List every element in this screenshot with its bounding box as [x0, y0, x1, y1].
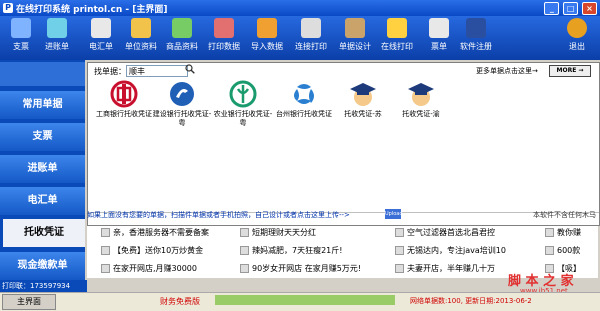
news-thumb-icon — [395, 246, 404, 255]
graduate-cap-icon — [350, 83, 376, 106]
toolbar-online-print-button[interactable]: 在线打印 — [376, 18, 418, 58]
news-thumb-icon — [545, 228, 554, 237]
title-bar: P 在线打印系统 printol.cn - [主界面] _ □ × — [0, 0, 600, 16]
phone-number: 打印联：173597934 — [0, 280, 87, 292]
bill-abc[interactable]: 农业银行托收凭证-粤 — [212, 79, 274, 128]
wire-icon — [91, 18, 111, 38]
app-icon: P — [3, 3, 13, 13]
graduate-cap-icon — [408, 83, 434, 106]
import-icon — [257, 18, 277, 38]
news-item[interactable]: 短期理财天天分红 — [240, 226, 390, 240]
news-item[interactable]: 教你赚 — [545, 226, 598, 240]
company-icon — [131, 18, 151, 38]
news-item[interactable]: 空气过滤器首选北昌君控 — [395, 226, 545, 240]
print-data-icon — [214, 18, 234, 38]
window-title: 在线打印系统 printol.cn - [主界面] — [16, 5, 168, 15]
main-toolbar: 支票 进账单 电汇单 单位资料 商品资料 打印数据 导入数据 连接打印 单据设计… — [0, 16, 600, 60]
printer-icon — [301, 18, 321, 38]
bill-panel: 找单据： 更多单据点击这里→ MORE → 工商银行托收凭证 建设银行托收凭证-… — [87, 62, 600, 226]
news-item[interactable]: 【免费】送你10万炒黄金 — [101, 244, 241, 258]
toolbar-design-button[interactable]: 单据设计 — [334, 18, 376, 58]
news-thumb-icon — [240, 264, 249, 273]
news-item[interactable]: 600款 — [545, 244, 598, 258]
more-button[interactable]: MORE → — [549, 65, 591, 77]
bill-label: 托收凭证-渝 — [402, 110, 440, 118]
toolbar-goods-button[interactable]: 商品资料 — [161, 18, 203, 58]
ccb-logo-icon — [170, 82, 194, 106]
news-thumb-icon — [545, 246, 554, 255]
window-controls: _ □ × — [543, 2, 597, 15]
minimize-button[interactable]: _ — [544, 2, 560, 15]
cheque-icon — [11, 18, 31, 38]
sidebar: 常用单据 支票 进账单 电汇单 托收凭证 现金缴款单 — [0, 60, 85, 292]
sidebar-item-cheque[interactable]: 支票 — [0, 123, 85, 151]
toolbar-company-button[interactable]: 单位资料 — [120, 18, 162, 58]
toolbar-import-button[interactable]: 导入数据 — [246, 18, 288, 58]
tab-main[interactable]: 主界面 — [2, 294, 56, 310]
search-icon[interactable] — [185, 64, 195, 74]
more-bills-link[interactable]: 更多单据点击这里→ — [476, 66, 538, 76]
news-thumb-icon — [101, 264, 110, 273]
news-thumb-icon — [240, 228, 249, 237]
sidebar-item-wire[interactable]: 电汇单 — [0, 187, 85, 215]
bill-collection-yu[interactable]: 托收凭证-渝 — [390, 79, 452, 119]
online-print-icon — [387, 18, 407, 38]
upload-link[interactable]: 如果上面没有您要的单据，扫描件单据或者手机拍照，自己设计或者点击这里上传--> — [87, 210, 350, 220]
news-thumb-icon — [240, 246, 249, 255]
bill-ccb[interactable]: 建设银行托收凭证-粤 — [151, 79, 213, 128]
news-thumb-icon — [101, 228, 110, 237]
sidebar-item-collection[interactable]: 托收凭证 — [0, 219, 85, 247]
deposit-icon — [47, 18, 67, 38]
bill-label: 托收凭证-苏 — [344, 110, 382, 118]
maximize-button[interactable]: □ — [563, 2, 579, 15]
safety-note: 本软件不含任何木马 — [533, 211, 596, 219]
icbc-logo-icon — [110, 80, 138, 108]
ticket-icon — [429, 18, 449, 38]
bill-label: 工商银行托收凭证 — [96, 110, 152, 118]
upload-badge[interactable]: Upload — [385, 209, 403, 219]
toolbar-register-button[interactable]: 软件注册 — [455, 18, 497, 58]
news-item[interactable]: 辣妈减肥，7天狂瘦21斤! — [240, 244, 390, 258]
sidebar-top-strip — [0, 62, 85, 86]
exit-icon — [567, 18, 587, 38]
search-input[interactable] — [126, 65, 188, 77]
status-progress — [215, 295, 395, 305]
goods-icon — [172, 18, 192, 38]
sidebar-item-common[interactable]: 常用单据 — [0, 91, 85, 119]
news-thumb-icon — [395, 228, 404, 237]
bill-label: 建设银行托收凭证-粤 — [152, 110, 212, 127]
toolbar-print-data-button[interactable]: 打印数据 — [203, 18, 245, 58]
news-item[interactable]: 在家开网店,月赚30000 — [101, 262, 241, 276]
bill-label: 台州银行托收凭证 — [276, 110, 332, 118]
register-icon — [466, 18, 486, 38]
toolbar-wire-button[interactable]: 电汇单 — [80, 18, 122, 58]
abc-logo-icon — [229, 80, 257, 108]
network-bill-count: 网络单据数:100, 更新日期:2013-06-2 — [410, 297, 532, 305]
toolbar-ticket-button[interactable]: 票单 — [418, 18, 460, 58]
news-thumb-icon — [101, 246, 110, 255]
news-thumb-icon — [395, 264, 404, 273]
news-item[interactable]: 无锡达内，专注java培训10 — [395, 244, 545, 258]
toolbar-deposit-button[interactable]: 进账单 — [36, 18, 78, 58]
toolbar-connect-print-button[interactable]: 连接打印 — [290, 18, 332, 58]
news-item[interactable]: 亲，香港服务器不需要备案 — [101, 226, 241, 240]
status-bar: 主界面 财务免费版 网络单据数:100, 更新日期:2013-06-2 — [0, 292, 600, 311]
toolbar-exit-button[interactable]: 退出 — [556, 18, 598, 58]
sidebar-item-cash[interactable]: 现金缴款单 — [0, 252, 85, 280]
news-item[interactable]: 90岁女开网店 在家月赚5万元! — [240, 262, 395, 276]
search-label: 找单据： — [94, 67, 126, 76]
bill-icbc[interactable]: 工商银行托收凭证 — [93, 79, 155, 119]
bill-label: 农业银行托收凭证-粤 — [213, 110, 273, 127]
bill-collection-su[interactable]: 托收凭证-苏 — [332, 79, 394, 119]
sidebar-item-deposit[interactable]: 进账单 — [0, 155, 85, 183]
close-button[interactable]: × — [582, 2, 597, 15]
bill-taizhou[interactable]: 台州银行托收凭证 — [273, 79, 335, 119]
taizhou-bank-logo-icon — [294, 84, 314, 104]
design-icon — [345, 18, 365, 38]
edition-label: 财务免费版 — [160, 297, 200, 306]
upload-promo: 如果上面没有您要的单据，扫描件单据或者手机拍照，自己设计或者点击这里上传--> … — [87, 208, 598, 222]
